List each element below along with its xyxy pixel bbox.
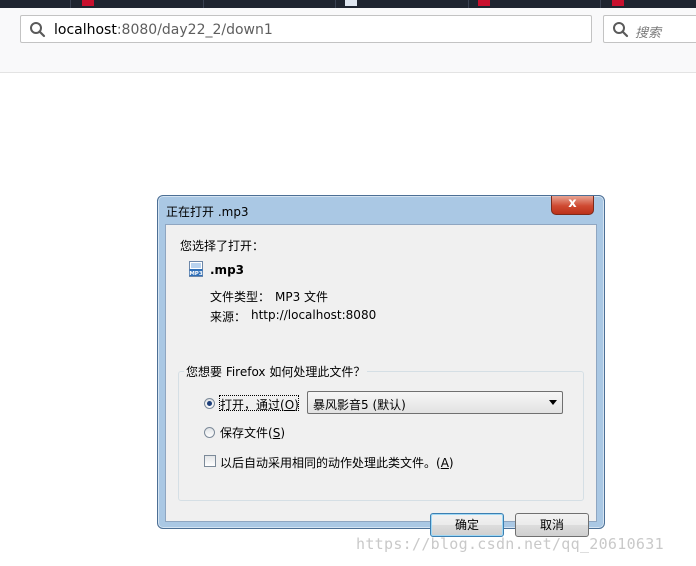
remember-checkbox[interactable] — [204, 455, 216, 467]
search-placeholder: 搜索 — [635, 26, 662, 41]
file-type-label: 文件类型： — [210, 290, 271, 304]
url-path: :8080/day22_2/down1 — [116, 22, 273, 38]
tab-strip — [0, 0, 696, 8]
action-question: 您想要 Firefox 如何处理此文件？ — [184, 363, 368, 380]
radio-selected-dot — [207, 401, 212, 406]
file-type-value: MP3 文件 — [275, 290, 329, 304]
application-select-value: 暴风影音5 (默认) — [313, 398, 406, 412]
open-with-label[interactable]: 打开，通过(O) — [220, 396, 299, 413]
chose-label: 您选择了打开： — [180, 239, 265, 253]
cancel-button[interactable]: 取消 — [515, 513, 589, 537]
close-button[interactable]: x — [551, 196, 594, 215]
tab-separator — [335, 0, 336, 8]
tab-favicon[interactable] — [612, 0, 624, 6]
tab-favicon[interactable] — [478, 0, 490, 6]
ok-button[interactable]: 确定 — [430, 513, 504, 537]
dropdown-arrow-icon — [549, 400, 557, 405]
tab-separator — [600, 0, 601, 8]
save-file-radio[interactable] — [204, 427, 215, 438]
open-file-dialog: 正在打开 .mp3 x 您选择了打开： MP3 .mp3 文件类型： MP3 文… — [157, 195, 605, 537]
close-icon: x — [568, 196, 577, 211]
file-name: .mp3 — [210, 263, 245, 277]
open-with-radio[interactable] — [204, 398, 215, 409]
search-bar[interactable]: 搜索 — [603, 15, 696, 43]
mp3-file-icon: MP3 — [189, 261, 203, 277]
url-bar[interactable]: localhost:8080/day22_2/down1 — [20, 15, 592, 43]
url-text[interactable]: localhost:8080/day22_2/down1 — [54, 22, 273, 38]
search-icon — [613, 22, 629, 38]
dialog-body: 您选择了打开： MP3 .mp3 文件类型： MP3 文件 来源： http:/… — [165, 224, 597, 537]
tab-separator — [203, 0, 204, 8]
navigation-toolbar: localhost:8080/day22_2/down1 搜索 — [0, 8, 696, 73]
source-value: http://localhost:8080 — [251, 308, 377, 322]
source-label: 来源： — [210, 310, 247, 324]
tab-favicon[interactable] — [82, 0, 94, 6]
application-select[interactable]: 暴风影音5 (默认) — [307, 391, 563, 414]
dialog-title: 正在打开 .mp3 — [166, 205, 249, 219]
tab-separator — [468, 0, 469, 8]
file-icon-label: MP3 — [189, 271, 203, 277]
remember-label[interactable]: 以后自动采用相同的动作处理此类文件。(A) — [220, 454, 454, 471]
search-icon — [30, 22, 46, 38]
tab-separator — [70, 0, 71, 8]
url-host: localhost — [54, 22, 117, 38]
save-file-label[interactable]: 保存文件(S) — [220, 424, 285, 441]
watermark-text: https://blog.csdn.net/qq_20610631 — [356, 535, 664, 553]
tab-favicon[interactable] — [345, 0, 357, 6]
